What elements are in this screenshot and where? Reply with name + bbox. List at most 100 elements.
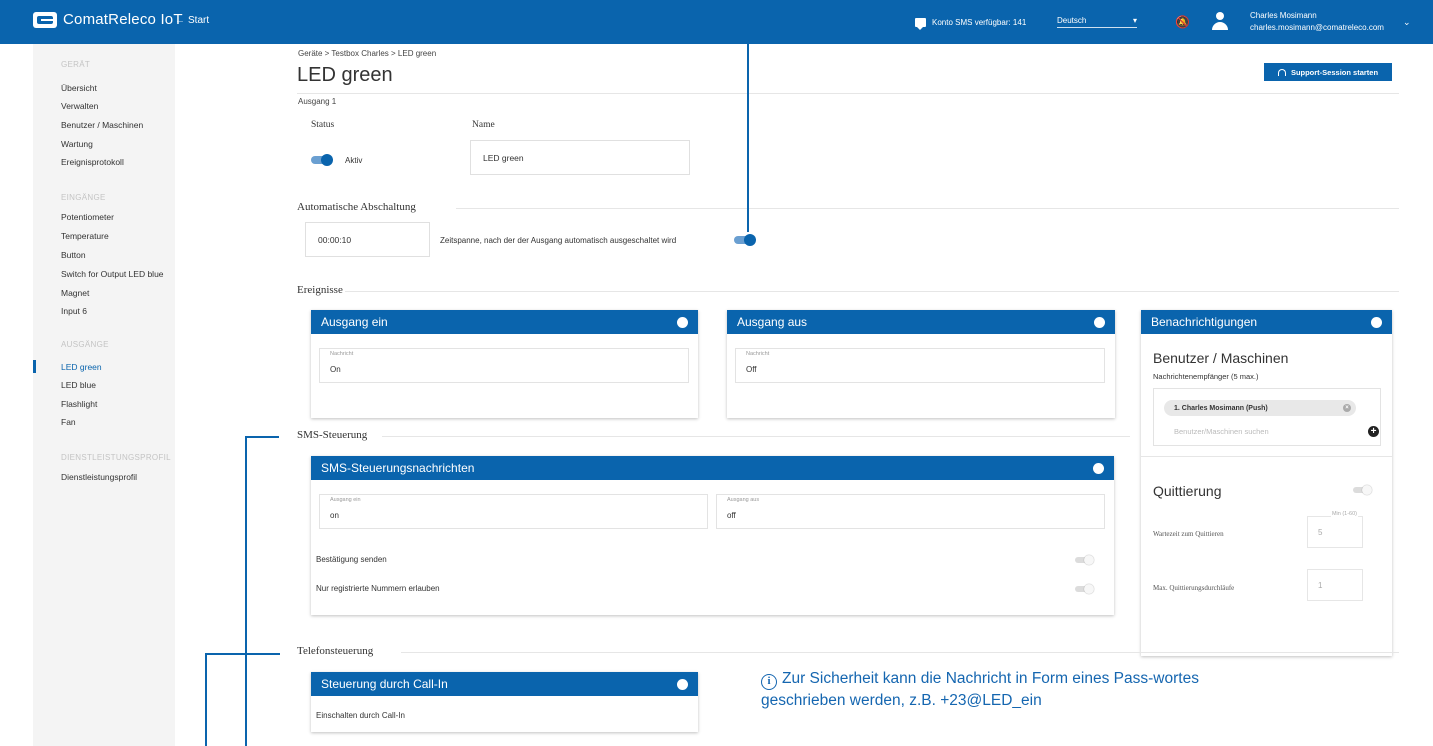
add-icon[interactable]: + [1368, 426, 1379, 437]
sms-card-header: SMS-Steuerungsnachrichten [311, 456, 1114, 480]
user-avatar-icon[interactable] [1210, 10, 1230, 32]
phone-toggle[interactable] [677, 679, 688, 690]
field-label: Ausgang aus [727, 497, 760, 503]
sms-on-field[interactable]: Ausgang ein on [319, 494, 708, 529]
phone-row-label: Einschalten durch Call-In [316, 711, 405, 720]
divider [382, 436, 1130, 437]
sidebar-item-led-blue[interactable]: LED blue [61, 380, 96, 390]
field-value: On [330, 365, 341, 374]
status-toggle[interactable] [311, 154, 333, 166]
wait-label: Wartezeit zum Quittieren [1153, 530, 1224, 538]
event-off-card-header: Ausgang aus [727, 310, 1115, 334]
sidebar-item-flashlight[interactable]: Flashlight [61, 399, 97, 409]
divider [345, 291, 1399, 292]
notifications-card-title: Benachrichtigungen [1151, 315, 1258, 329]
sidebar-item-dienstleistungsprofil[interactable]: Dienstleistungsprofil [61, 472, 137, 482]
recipients-heading: Benutzer / Maschinen [1153, 350, 1289, 366]
event-off-toggle[interactable] [1094, 317, 1105, 328]
field-label: Ausgang ein [330, 497, 361, 503]
app-name: ComatReleco IoT [63, 11, 183, 28]
callout-line [245, 436, 247, 746]
sidebar-section-ausgaenge: AUSGÄNGE [61, 340, 109, 349]
event-on-card-title: Ausgang ein [321, 315, 388, 329]
caret-down-icon: ▾ [1132, 16, 1137, 25]
language-value: Deutsch [1057, 16, 1087, 25]
wait-field[interactable]: Min (1-60) 5 [1307, 511, 1363, 548]
events-title: Ereignisse [297, 284, 343, 296]
remove-icon[interactable]: × [1343, 404, 1351, 412]
sms-card-title: SMS-Steuerungsnachrichten [321, 461, 475, 475]
divider [297, 93, 1399, 94]
phone-section-title: Telefonsteuerung [297, 645, 374, 657]
divider [1141, 456, 1392, 457]
auto-off-title: Automatische Abschaltung [297, 201, 416, 213]
ack-heading: Quittierung [1153, 483, 1222, 499]
sidebar: GERÄT Übersicht Verwalten Benutzer / Mas… [33, 44, 175, 746]
callout-line [245, 436, 279, 438]
notifications-card: Benachrichtigungen Benutzer / Maschinen … [1141, 310, 1392, 656]
headset-icon [1277, 68, 1286, 76]
sidebar-item-input6[interactable]: Input 6 [61, 306, 87, 316]
callout-line [747, 0, 749, 232]
sidebar-section-dienst: DIENSTLEISTUNGSPROFIL [61, 453, 171, 462]
sms-registered-label: Nur registrierte Nummern erlauben [316, 584, 440, 593]
info-note-text: Zur Sicherheit kann die Nachricht in For… [761, 670, 1199, 709]
auto-off-duration-field[interactable]: 00:00:10 [305, 222, 430, 257]
sidebar-item-uebersicht[interactable]: Übersicht [61, 83, 97, 93]
sidebar-item-button[interactable]: Button [61, 250, 86, 260]
max-field[interactable]: 1 [1307, 569, 1363, 601]
event-off-message-field[interactable]: Nachricht Off [735, 348, 1105, 383]
event-on-card-header: Ausgang ein [311, 310, 698, 334]
language-select[interactable]: Deutsch ▾ [1057, 16, 1137, 28]
auto-off-description: Zeitspanne, nach der der Ausgang automat… [440, 236, 677, 245]
recipient-name: 1. Charles Mosimann (Push) [1174, 404, 1268, 412]
sms-registered-toggle[interactable] [1075, 584, 1094, 594]
user-name: Charles Mosimann [1250, 11, 1317, 20]
sidebar-item-verwalten[interactable]: Verwalten [61, 101, 98, 111]
event-on-card: Ausgang ein Nachricht On [311, 310, 698, 418]
back-label: Start [188, 15, 210, 26]
wait-value: 5 [1318, 528, 1323, 537]
support-session-button[interactable]: Support-Session starten [1264, 63, 1392, 81]
sidebar-item-led-green[interactable]: LED green [61, 362, 102, 372]
divider [401, 652, 1399, 653]
phone-card-header: Steuerung durch Call-In [311, 672, 698, 696]
notifications-card-header: Benachrichtigungen [1141, 310, 1392, 334]
field-value: on [330, 511, 339, 520]
phone-card: Steuerung durch Call-In Einschalten durc… [311, 672, 698, 732]
sidebar-item-fan[interactable]: Fan [61, 417, 76, 427]
sidebar-item-magnet[interactable]: Magnet [61, 288, 89, 298]
sidebar-item-temperature[interactable]: Temperature [61, 231, 109, 241]
auto-off-toggle[interactable] [734, 234, 756, 246]
max-label: Max. Quittierungsdurchläufe [1153, 584, 1235, 592]
back-link[interactable]: ← Start [175, 15, 209, 26]
user-info[interactable]: Charles Mosimann charles.mosimann@comatr… [1250, 10, 1384, 34]
sms-off-field[interactable]: Ausgang aus off [716, 494, 1105, 529]
app-logo[interactable]: ComatReleco IoT [33, 11, 183, 28]
chevron-down-icon[interactable]: ⌄ [1403, 17, 1411, 28]
sms-confirm-toggle[interactable] [1075, 555, 1094, 565]
sidebar-item-ereignisprotokoll[interactable]: Ereignisprotokoll [61, 157, 124, 167]
sidebar-item-potentiometer[interactable]: Potentiometer [61, 212, 114, 222]
arrow-left-icon: ← [175, 15, 185, 26]
chat-icon [915, 18, 926, 30]
sidebar-item-benutzer[interactable]: Benutzer / Maschinen [61, 120, 143, 130]
recipient-chip[interactable]: 1. Charles Mosimann (Push) × [1164, 400, 1356, 416]
field-value: off [727, 511, 736, 520]
recipients-box: 1. Charles Mosimann (Push) × Benutzer/Ma… [1153, 388, 1381, 446]
field-label: Nachricht [746, 351, 770, 357]
event-on-message-field[interactable]: Nachricht On [319, 348, 689, 383]
name-field[interactable]: LED green [470, 140, 690, 175]
sidebar-item-wartung[interactable]: Wartung [61, 139, 93, 149]
sms-card: SMS-Steuerungsnachrichten Ausgang ein on… [311, 456, 1114, 615]
recipient-search-input[interactable]: Benutzer/Maschinen suchen [1174, 427, 1269, 436]
info-icon: i [761, 674, 777, 690]
ack-toggle[interactable] [1353, 485, 1372, 495]
event-on-toggle[interactable] [677, 317, 688, 328]
bell-off-icon[interactable]: 🔕 [1175, 15, 1190, 29]
notifications-toggle[interactable] [1371, 317, 1382, 328]
sms-toggle[interactable] [1093, 463, 1104, 474]
breadcrumb[interactable]: Geräte > Testbox Charles > LED green [298, 49, 436, 58]
sidebar-item-switch[interactable]: Switch for Output LED blue [61, 269, 164, 279]
logo-icon [33, 11, 57, 28]
